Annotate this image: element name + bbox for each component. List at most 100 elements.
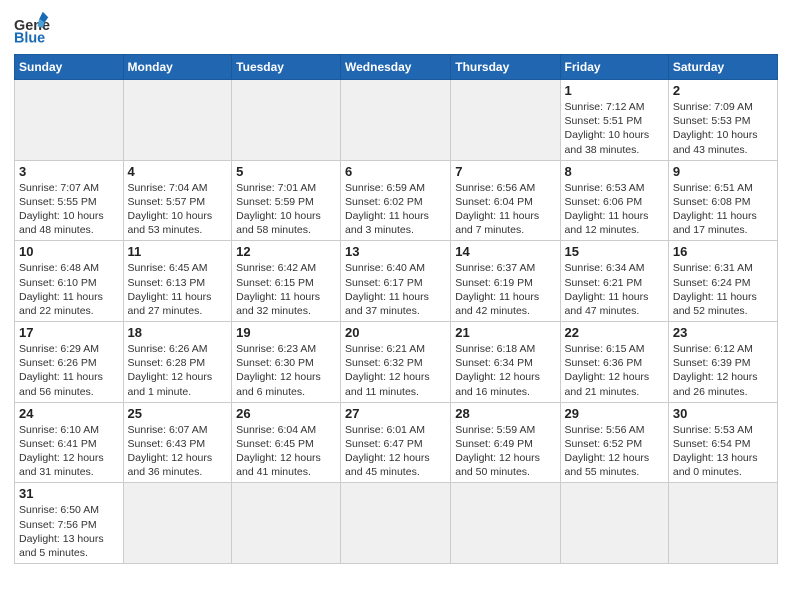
day-info: Sunrise: 5:56 AM Sunset: 6:52 PM Dayligh… [565,423,664,480]
day-number: 12 [236,244,336,259]
week-row-5: 24 Sunrise: 6:10 AM Sunset: 6:41 PM Dayli… [15,402,778,483]
logo-icon: General Blue [14,10,50,46]
day-info: Sunrise: 6:01 AM Sunset: 6:47 PM Dayligh… [345,423,446,480]
day-info: Sunrise: 5:59 AM Sunset: 6:49 PM Dayligh… [455,423,555,480]
day-info: Sunrise: 6:50 AM Sunset: 7:56 PM Dayligh… [19,503,119,560]
day-cell: 22 Sunrise: 6:15 AM Sunset: 6:36 PM Dayli… [560,322,668,403]
day-number: 27 [345,406,446,421]
day-number: 3 [19,164,119,179]
day-number: 13 [345,244,446,259]
weekday-header-tuesday: Tuesday [232,55,341,80]
day-cell: 13Sunrise: 6:40 AM Sunset: 6:17 PM Dayli… [341,241,451,322]
weekday-header-sunday: Sunday [15,55,124,80]
day-cell: 28 Sunrise: 5:59 AM Sunset: 6:49 PM Dayli… [451,402,560,483]
day-cell [560,483,668,564]
day-info: Sunrise: 6:34 AM Sunset: 6:21 PM Dayligh… [565,261,664,318]
day-number: 25 [128,406,228,421]
day-number: 11 [128,244,228,259]
week-row-1: 1 Sunrise: 7:12 AM Sunset: 5:51 PM Daylig… [15,80,778,161]
day-cell: 14Sunrise: 6:37 AM Sunset: 6:19 PM Dayli… [451,241,560,322]
day-info: Sunrise: 6:07 AM Sunset: 6:43 PM Dayligh… [128,423,228,480]
day-number: 31 [19,486,119,501]
day-cell: 23Sunrise: 6:12 AM Sunset: 6:39 PM Dayli… [668,322,777,403]
day-number: 1 [565,83,664,98]
day-cell: 8 Sunrise: 6:53 AM Sunset: 6:06 PM Daylig… [560,160,668,241]
day-cell: 9 Sunrise: 6:51 AM Sunset: 6:08 PM Daylig… [668,160,777,241]
logo: General Blue [14,10,56,46]
day-number: 24 [19,406,119,421]
day-cell: 16 Sunrise: 6:31 AM Sunset: 6:24 PM Dayli… [668,241,777,322]
day-cell [341,80,451,161]
header: General Blue [14,10,778,46]
day-cell: 24 Sunrise: 6:10 AM Sunset: 6:41 PM Dayli… [15,402,124,483]
day-number: 9 [673,164,773,179]
day-cell: 21Sunrise: 6:18 AM Sunset: 6:34 PM Dayli… [451,322,560,403]
day-cell: 3Sunrise: 7:07 AM Sunset: 5:55 PM Daylig… [15,160,124,241]
day-info: Sunrise: 7:12 AM Sunset: 5:51 PM Dayligh… [565,100,664,157]
week-row-4: 17Sunrise: 6:29 AM Sunset: 6:26 PM Dayli… [15,322,778,403]
calendar-header: SundayMondayTuesdayWednesdayThursdayFrid… [15,55,778,80]
day-number: 15 [565,244,664,259]
day-info: Sunrise: 6:15 AM Sunset: 6:36 PM Dayligh… [565,342,664,399]
day-number: 2 [673,83,773,98]
day-info: Sunrise: 6:23 AM Sunset: 6:30 PM Dayligh… [236,342,336,399]
day-number: 10 [19,244,119,259]
day-info: Sunrise: 6:51 AM Sunset: 6:08 PM Dayligh… [673,181,773,238]
day-number: 8 [565,164,664,179]
day-info: Sunrise: 6:26 AM Sunset: 6:28 PM Dayligh… [128,342,228,399]
weekday-header-monday: Monday [123,55,232,80]
weekday-header-friday: Friday [560,55,668,80]
day-info: Sunrise: 6:21 AM Sunset: 6:32 PM Dayligh… [345,342,446,399]
page-container: General Blue SundayMondayTuesdayWednesda… [0,0,792,574]
day-number: 28 [455,406,555,421]
day-cell [451,483,560,564]
day-info: Sunrise: 6:10 AM Sunset: 6:41 PM Dayligh… [19,423,119,480]
day-cell [123,483,232,564]
day-cell: 5 Sunrise: 7:01 AM Sunset: 5:59 PM Daylig… [232,160,341,241]
day-cell: 4 Sunrise: 7:04 AM Sunset: 5:57 PM Daylig… [123,160,232,241]
day-info: Sunrise: 6:42 AM Sunset: 6:15 PM Dayligh… [236,261,336,318]
day-info: Sunrise: 6:59 AM Sunset: 6:02 PM Dayligh… [345,181,446,238]
day-number: 4 [128,164,228,179]
week-row-2: 3Sunrise: 7:07 AM Sunset: 5:55 PM Daylig… [15,160,778,241]
day-info: Sunrise: 7:04 AM Sunset: 5:57 PM Dayligh… [128,181,228,238]
svg-text:Blue: Blue [14,30,45,46]
day-number: 5 [236,164,336,179]
day-info: Sunrise: 6:37 AM Sunset: 6:19 PM Dayligh… [455,261,555,318]
day-info: Sunrise: 6:56 AM Sunset: 6:04 PM Dayligh… [455,181,555,238]
weekday-header-wednesday: Wednesday [341,55,451,80]
day-number: 7 [455,164,555,179]
day-cell [15,80,124,161]
day-number: 22 [565,325,664,340]
day-number: 18 [128,325,228,340]
day-cell: 10 Sunrise: 6:48 AM Sunset: 6:10 PM Dayli… [15,241,124,322]
day-cell: 18 Sunrise: 6:26 AM Sunset: 6:28 PM Dayli… [123,322,232,403]
day-cell [341,483,451,564]
day-cell: 26Sunrise: 6:04 AM Sunset: 6:45 PM Dayli… [232,402,341,483]
weekday-row: SundayMondayTuesdayWednesdayThursdayFrid… [15,55,778,80]
day-info: Sunrise: 7:09 AM Sunset: 5:53 PM Dayligh… [673,100,773,157]
day-cell: 1 Sunrise: 7:12 AM Sunset: 5:51 PM Daylig… [560,80,668,161]
day-info: Sunrise: 6:04 AM Sunset: 6:45 PM Dayligh… [236,423,336,480]
day-info: Sunrise: 6:31 AM Sunset: 6:24 PM Dayligh… [673,261,773,318]
day-cell [451,80,560,161]
week-row-3: 10 Sunrise: 6:48 AM Sunset: 6:10 PM Dayli… [15,241,778,322]
day-number: 16 [673,244,773,259]
day-cell: 6Sunrise: 6:59 AM Sunset: 6:02 PM Daylig… [341,160,451,241]
day-info: Sunrise: 6:18 AM Sunset: 6:34 PM Dayligh… [455,342,555,399]
day-cell [668,483,777,564]
day-number: 17 [19,325,119,340]
day-cell: 29Sunrise: 5:56 AM Sunset: 6:52 PM Dayli… [560,402,668,483]
day-number: 30 [673,406,773,421]
day-cell: 7 Sunrise: 6:56 AM Sunset: 6:04 PM Daylig… [451,160,560,241]
day-cell: 19Sunrise: 6:23 AM Sunset: 6:30 PM Dayli… [232,322,341,403]
day-cell: 27 Sunrise: 6:01 AM Sunset: 6:47 PM Dayli… [341,402,451,483]
day-info: Sunrise: 6:48 AM Sunset: 6:10 PM Dayligh… [19,261,119,318]
day-cell: 12 Sunrise: 6:42 AM Sunset: 6:15 PM Dayli… [232,241,341,322]
day-info: Sunrise: 6:53 AM Sunset: 6:06 PM Dayligh… [565,181,664,238]
day-info: Sunrise: 7:01 AM Sunset: 5:59 PM Dayligh… [236,181,336,238]
day-cell: 15 Sunrise: 6:34 AM Sunset: 6:21 PM Dayli… [560,241,668,322]
day-number: 23 [673,325,773,340]
day-info: Sunrise: 5:53 AM Sunset: 6:54 PM Dayligh… [673,423,773,480]
day-cell: 11Sunrise: 6:45 AM Sunset: 6:13 PM Dayli… [123,241,232,322]
